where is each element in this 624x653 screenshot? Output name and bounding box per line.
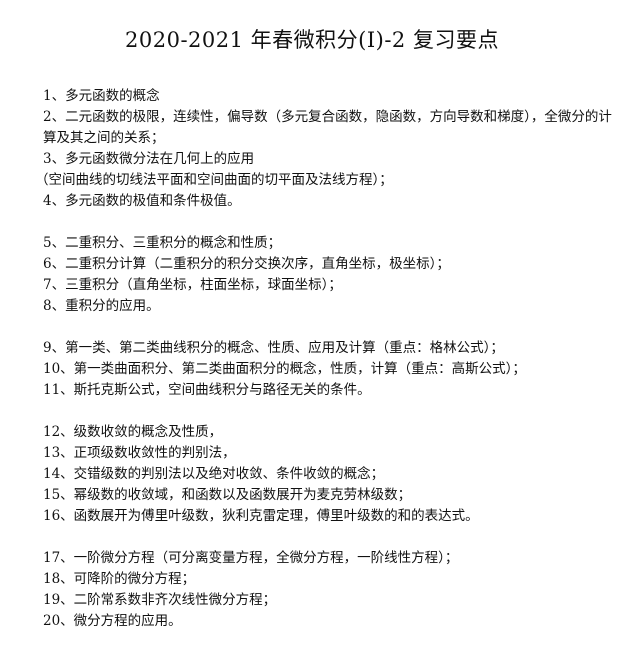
list-item: 15、幂级数的收敛域，和函数以及函数展开为麦克劳林级数； <box>43 487 412 503</box>
list-item: 4、多元函数的极值和条件极值。 <box>43 193 241 209</box>
list-item: 8、重积分的应用。 <box>43 298 160 314</box>
list-item: 5、二重积分、三重积分的概念和性质； <box>43 235 282 251</box>
document-title: 2020-2021 年春微积分(I)-2 复习要点 <box>125 28 499 52</box>
section-series: 12、级数收敛的概念及性质， 13、正项级数收敛性的判别法， 14、交错级数的判… <box>43 422 613 527</box>
list-item: 10、第一类曲面积分、第二类曲面积分的概念，性质，计算（重点：高斯公式）； <box>43 361 526 377</box>
list-item: 20、微分方程的应用。 <box>43 613 182 629</box>
section-multivariable-functions: 1、多元函数的概念 2、二元函数的极限，连续性，偏导数（多元复合函数，隐函数，方… <box>35 86 613 212</box>
list-item: 19、二阶常系数非齐次线性微分方程； <box>43 592 277 608</box>
list-item: 18、可降阶的微分方程； <box>43 571 196 587</box>
section-multiple-integrals: 5、二重积分、三重积分的概念和性质； 6、二重积分计算（二重积分的积分交换次序，… <box>43 233 613 317</box>
list-item: 3、多元函数微分法在几何上的应用 <box>43 151 255 167</box>
document-page: 2020-2021 年春微积分(I)-2 复习要点 1、多元函数的概念 2、二元… <box>0 0 624 629</box>
list-item: 9、第一类、第二类曲线积分的概念、性质、应用及计算（重点：格林公式）； <box>43 340 504 356</box>
list-item: （空间曲线的切线法平面和空间曲面的切平面及法线方程）； <box>35 172 393 188</box>
list-item: 14、交错级数的判别法以及绝对收敛、条件收敛的概念； <box>43 466 385 482</box>
section-line-surface-integrals: 9、第一类、第二类曲线积分的概念、性质、应用及计算（重点：格林公式）； 10、第… <box>43 338 613 401</box>
list-item: 13、正项级数收敛性的判别法， <box>43 445 236 461</box>
list-item: 1、多元函数的概念 <box>43 88 160 104</box>
review-points-list: 1、多元函数的概念 2、二元函数的极限，连续性，偏导数（多元复合函数，隐函数，方… <box>35 86 613 653</box>
list-item: 6、二重积分计算（二重积分的积分交换次序，直角坐标，极坐标）； <box>43 256 450 272</box>
list-item: 17、一阶微分方程（可分离变量方程，全微分方程，一阶线性方程）； <box>43 550 459 566</box>
list-item: 7、三重积分（直角坐标，柱面坐标，球面坐标）； <box>43 277 342 293</box>
section-differential-equations: 17、一阶微分方程（可分离变量方程，全微分方程，一阶线性方程）； 18、可降阶的… <box>43 548 613 632</box>
list-item: 16、函数展开为傅里叶级数，狄利克雷定理，傅里叶级数的和的表达式。 <box>43 508 479 524</box>
list-item: 2、二元函数的极限，连续性，偏导数（多元复合函数，隐函数，方向导数和梯度），全微… <box>43 109 612 146</box>
list-item: 12、级数收敛的概念及性质， <box>43 424 223 440</box>
list-item: 11、斯托克斯公式，空间曲线积分与路径无关的条件。 <box>43 382 371 398</box>
